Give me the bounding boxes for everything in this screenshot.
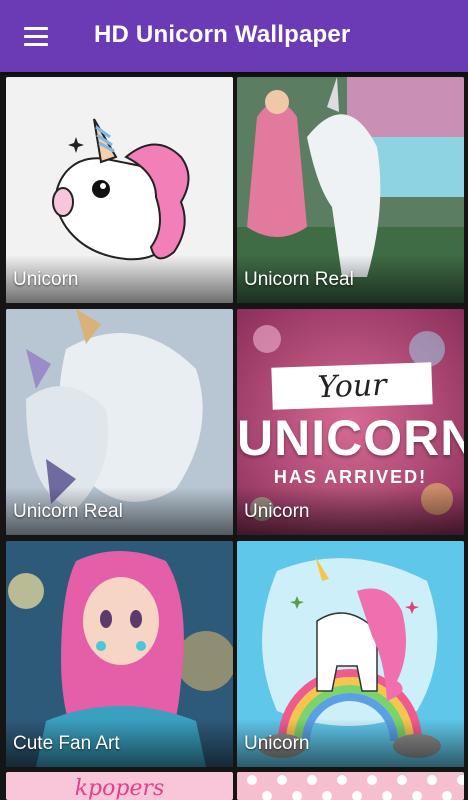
tile-label: Unicorn Real: [244, 269, 354, 290]
unicorn-text: UNICORN: [237, 410, 464, 466]
hamburger-menu-icon[interactable]: [12, 16, 60, 56]
wallpaper-tile-partial-1[interactable]: kpopers: [6, 772, 233, 800]
wallpaper-tile-unicorn-real-2[interactable]: Unicorn Real: [6, 309, 233, 535]
app-bar: HD Unicorn Wallpaper: [0, 0, 468, 72]
polka-dot-image: [237, 772, 464, 800]
tile-label: Cute Fan Art: [13, 733, 120, 754]
tile-label: Unicorn: [13, 269, 79, 290]
app-title: HD Unicorn Wallpaper: [94, 21, 351, 48]
wallpaper-tile-unicorn-real[interactable]: Unicorn Real: [237, 77, 464, 303]
arrived-text: HAS ARRIVED!: [273, 467, 428, 487]
wallpaper-tile-partial-2[interactable]: [237, 772, 464, 800]
your-text: Your: [271, 362, 433, 410]
tile-label: Unicorn: [244, 733, 310, 754]
wallpaper-grid: Unicorn Unicorn Real Unicorn Real Your U…: [0, 72, 468, 800]
tile-label: Unicorn Real: [13, 501, 123, 522]
tile-label: Unicorn: [244, 501, 310, 522]
kpopers-text: kpopers: [74, 776, 165, 800]
wallpaper-tile-cute-fan-art[interactable]: Cute Fan Art: [6, 541, 233, 767]
wallpaper-tile-unicorn-text[interactable]: Your UNICORN HAS ARRIVED! Unicorn: [237, 309, 464, 535]
wallpaper-tile-unicorn-rainbow[interactable]: Unicorn: [237, 541, 464, 767]
wallpaper-tile-unicorn[interactable]: Unicorn: [6, 77, 233, 303]
